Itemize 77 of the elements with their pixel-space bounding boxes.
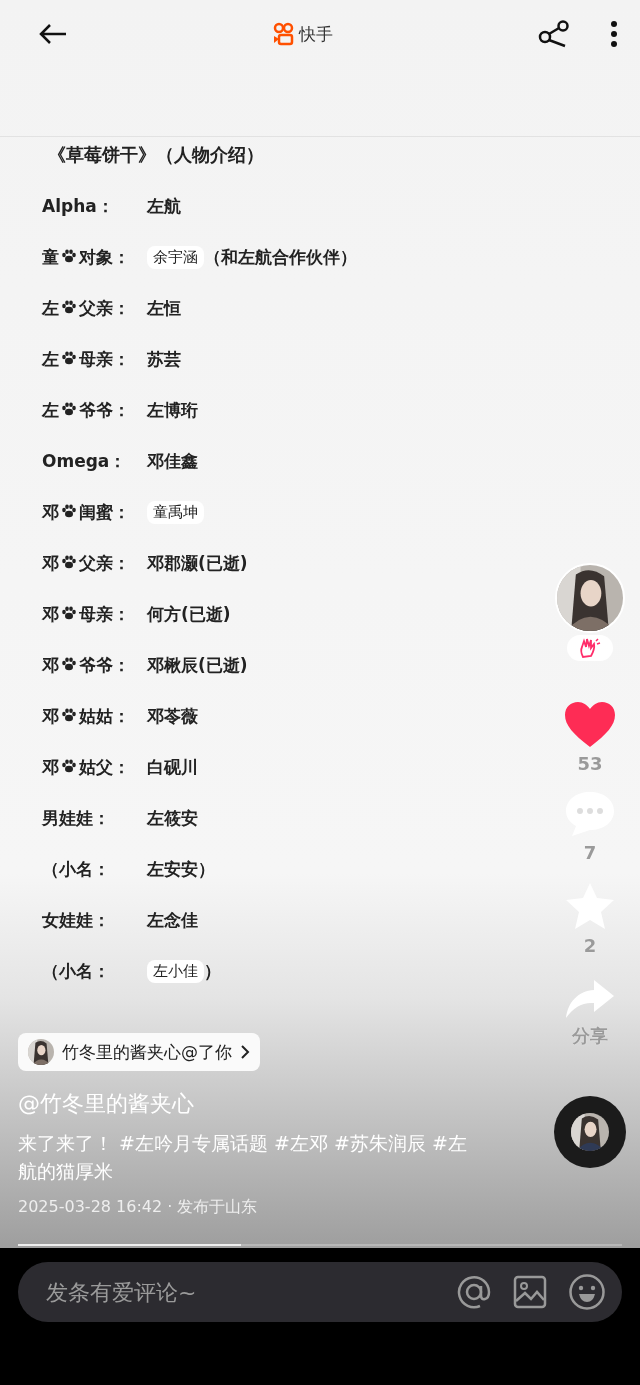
label-text: 邓: [42, 654, 59, 675]
paw-icon: [61, 605, 77, 620]
value-text: 童禹坤: [147, 500, 204, 524]
comment-bar[interactable]: 发条有爱评论~: [18, 1262, 622, 1322]
label-text: 女娃娃：: [42, 909, 110, 930]
label-text: 母亲：: [79, 603, 130, 624]
post-meta: 2025-03-28 16:42 · 发布于山东: [18, 1197, 258, 1218]
label-text: 姑姑：: [79, 705, 130, 726]
label-text: 左: [42, 297, 59, 318]
value-text: 左博珩: [147, 398, 198, 422]
value-text: 邓郡灏(已逝): [147, 551, 248, 575]
label-text: 母亲：: [79, 348, 130, 369]
extra-text: （和左航合作伙伴）: [204, 245, 357, 269]
value-text: 余宇涵: [147, 245, 204, 269]
paw-icon: [61, 401, 77, 416]
share-icon[interactable]: [538, 20, 570, 48]
label-text: 邓: [42, 501, 59, 522]
hand-icon: [578, 637, 602, 659]
value-text: 邓苓薇: [147, 704, 198, 728]
value-text: 左筱安: [147, 806, 198, 830]
mention-banner[interactable]: 竹冬里的酱夹心@了你: [18, 1033, 260, 1071]
paw-icon: [61, 503, 77, 518]
paw-icon: [61, 758, 77, 773]
label-text: Alpha：: [42, 195, 114, 216]
value-text: 左小佳: [147, 959, 204, 983]
label-text: 爷爷：: [79, 654, 130, 675]
label-text: 邓: [42, 603, 59, 624]
value-text: 邓佳鑫: [147, 449, 198, 473]
at-icon[interactable]: [456, 1274, 492, 1310]
caption-text: 来了来了！ #左吟月专属话题 #左邓 #苏朱润辰 #左航的猫厚米: [18, 1131, 468, 1184]
label-text: （小名：: [42, 858, 110, 879]
mention-text: 竹冬里的酱夹心@了你: [62, 1040, 232, 1064]
paw-icon: [61, 554, 77, 569]
label-text: 男娃娃：: [42, 807, 110, 828]
paw-icon: [61, 656, 77, 671]
paw-icon: [61, 707, 77, 722]
back-arrow-icon[interactable]: [38, 23, 68, 45]
paw-icon: [61, 299, 77, 314]
label-text: 父亲：: [79, 552, 130, 573]
smiley-icon[interactable]: [568, 1273, 606, 1311]
note-title: 《草莓饼干》（人物介绍）: [48, 143, 265, 167]
chevron-icon: [240, 1044, 250, 1060]
label-text: 童: [42, 246, 59, 267]
label-text: 闺蜜：: [79, 501, 130, 522]
label-text: 左: [42, 348, 59, 369]
more-icon[interactable]: [610, 20, 618, 48]
label-text: 邓: [42, 756, 59, 777]
label-text: 邓: [42, 705, 59, 726]
paw-icon: [61, 248, 77, 263]
like-count: 53: [576, 753, 604, 774]
value-text: 苏芸: [147, 347, 181, 371]
paw-icon: [61, 350, 77, 365]
comment-count: 7: [582, 842, 598, 863]
label-text: 爷爷：: [79, 399, 130, 420]
wave-badge[interactable]: [567, 635, 613, 661]
app-name: 快手: [299, 22, 333, 46]
label-text: Omega：: [42, 450, 127, 471]
value-text: 左念佳: [147, 908, 198, 932]
logo-icon: [273, 22, 295, 46]
value-text: 何方(已逝): [147, 602, 231, 626]
comment-input[interactable]: 发条有爱评论~: [44, 1278, 436, 1306]
value-text: 白砚川: [147, 755, 198, 779]
value-text: 左恒: [147, 296, 181, 320]
label-text: 对象：: [79, 246, 130, 267]
heart-icon[interactable]: [563, 701, 617, 749]
extra-text: ）: [204, 959, 221, 983]
label-text: 姑父：: [79, 756, 130, 777]
value-text: 左航: [147, 194, 181, 218]
share-label: 分享: [571, 1024, 609, 1048]
label-text: 左: [42, 399, 59, 420]
image-icon[interactable]: [512, 1274, 548, 1310]
value-text: 左安安）: [147, 857, 215, 881]
label-text: （小名：: [42, 960, 110, 981]
label-text: 父亲：: [79, 297, 130, 318]
value-text: 邓楸辰(已逝): [147, 653, 248, 677]
label-text: 邓: [42, 552, 59, 573]
favorite-count: 2: [582, 935, 598, 956]
